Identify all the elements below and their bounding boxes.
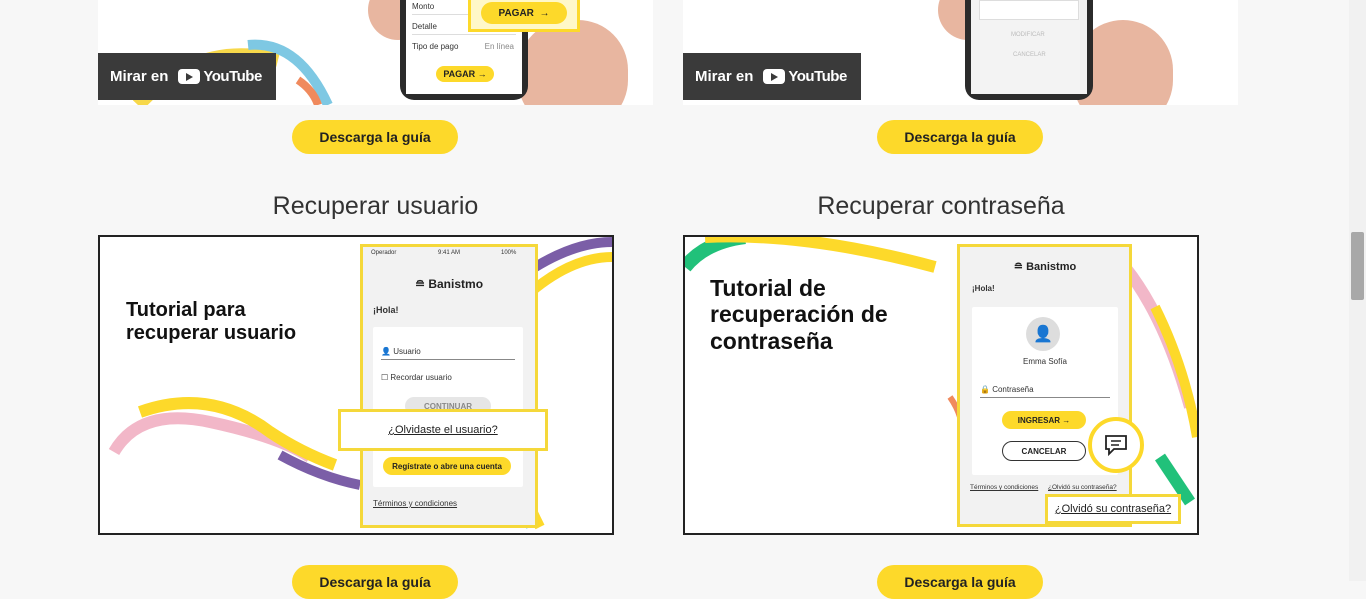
app-mockup: Operador 9:41 AM 100% ≘ Banistmo ¡Hola! …	[360, 244, 538, 528]
status-battery: 100%	[501, 250, 517, 256]
play-icon	[178, 69, 201, 84]
download-guide-button[interactable]: Descarga la guía	[877, 565, 1043, 599]
card-title: Tutorial de recuperación de contraseña	[710, 275, 888, 354]
forgot-password-callout: ¿Olvidó su contraseña?	[1045, 494, 1181, 524]
tutorial-card-recover-password[interactable]: Tutorial de recuperación de contraseña ≘…	[683, 235, 1199, 535]
remember-checkbox: ☐ Recordar usuario	[381, 373, 452, 382]
login-panel: 👤 Usuario ☐ Recordar usuario CONTINUAR R…	[373, 327, 523, 487]
download-guide-button[interactable]: Descarga la guía	[877, 120, 1043, 154]
watch-label: Mirar en	[695, 68, 754, 85]
screen-row: Detalle	[412, 22, 437, 31]
watch-on-youtube-button[interactable]: Mirar en YouTube	[683, 53, 861, 100]
pay-button-small: PAGAR →	[436, 66, 494, 82]
terms-link: Términos y condiciones	[970, 484, 1039, 491]
terms-link: Términos y condiciones	[373, 499, 458, 508]
download-guide-button[interactable]: Descarga la guía	[292, 120, 458, 154]
youtube-logo: YouTube	[178, 68, 262, 85]
video-thumbnail-1[interactable]: Monto Detalle Tipo de pago En línea PAGA…	[98, 0, 653, 105]
vertical-scrollbar[interactable]	[1349, 0, 1366, 581]
watch-on-youtube-button[interactable]: Mirar en YouTube	[98, 53, 276, 100]
callout-box: PAGAR →	[468, 0, 580, 32]
video-thumbnail-2[interactable]: MODIFICAR CANCELAR Mirar en YouTube	[683, 0, 1238, 105]
download-guide-button[interactable]: Descarga la guía	[292, 565, 458, 599]
watch-label: Mirar en	[110, 68, 169, 85]
password-field: 🔒 Contraseña	[980, 385, 1034, 394]
forgot-password-link: ¿Olvidó su contraseña?	[1048, 484, 1117, 491]
user-field: 👤 Usuario	[381, 347, 421, 356]
play-icon	[763, 69, 786, 84]
screen-row: Tipo de pago	[412, 42, 459, 51]
scrollbar-thumb[interactable]	[1351, 232, 1364, 300]
forgot-user-callout: ¿Olvidaste el usuario?	[338, 409, 548, 451]
status-operator: Operador	[371, 250, 397, 256]
card-title: Tutorial para recuperar usuario	[126, 299, 297, 344]
phone: MODIFICAR CANCELAR	[965, 0, 1093, 100]
chat-icon	[1088, 417, 1144, 473]
section-title: Recuperar usuario	[272, 192, 479, 220]
brand-logo: ≘ Banistmo	[1013, 261, 1077, 273]
avatar: 👤	[1026, 317, 1060, 351]
cancel-button: CANCELAR	[1002, 441, 1086, 461]
pay-button-large: PAGAR →	[481, 2, 567, 24]
register-button: Regístrate o abre una cuenta	[383, 457, 511, 475]
brand-logo: ≘ Banistmo	[414, 277, 484, 291]
greeting: ¡Hola!	[373, 305, 399, 315]
status-time: 9:41 AM	[438, 250, 461, 256]
screen-button: CANCELAR	[1013, 52, 1046, 58]
screen-button: MODIFICAR	[1011, 32, 1045, 38]
youtube-logo: YouTube	[763, 68, 847, 85]
tutorial-card-recover-user[interactable]: Tutorial para recuperar usuario Operador…	[98, 235, 614, 535]
greeting: ¡Hola!	[972, 284, 995, 293]
login-button: INGRESAR →	[1002, 411, 1086, 429]
section-title: Recuperar contraseña	[817, 192, 1065, 220]
user-name: Emma Sofía	[1022, 357, 1067, 366]
hand	[518, 20, 628, 105]
screen-row-value: En línea	[484, 42, 514, 51]
screen-row: Monto	[412, 2, 435, 11]
app-mockup: ≘ Banistmo ¡Hola! 👤 Emma Sofía 🔒 Contras…	[957, 244, 1132, 527]
